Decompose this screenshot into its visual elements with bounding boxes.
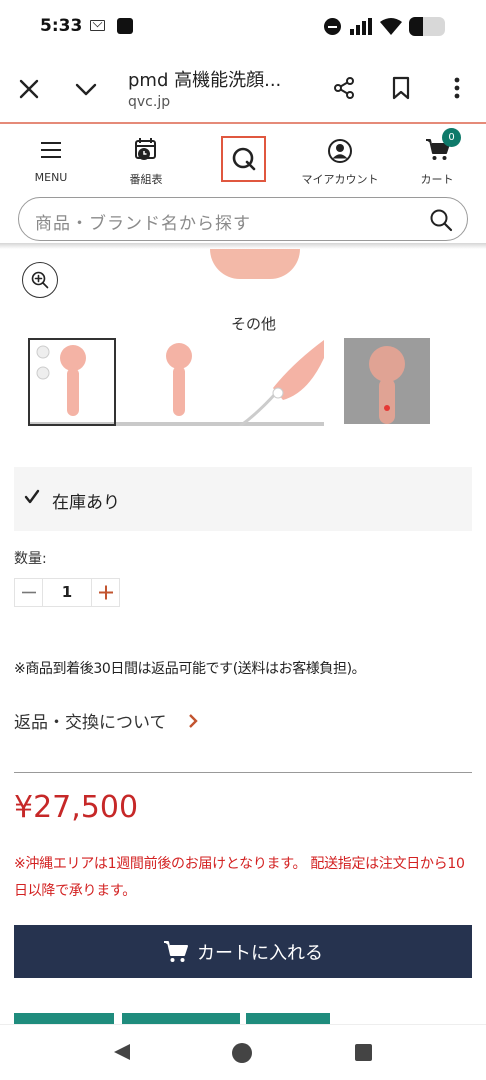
search-placeholder: 商品・ブランド名から探す bbox=[35, 214, 251, 234]
nav-cart-label: カート bbox=[420, 173, 454, 186]
page-title: pmd 高機能洗顔... bbox=[128, 70, 282, 91]
stock-status-text: 在庫あり bbox=[52, 493, 120, 513]
status-bar: 5:33 bbox=[0, 0, 486, 56]
nav-account-label: マイアカウント bbox=[301, 173, 379, 186]
nav-cart[interactable]: カート bbox=[397, 124, 477, 192]
do-not-disturb-icon bbox=[324, 18, 341, 35]
product-price: ¥27,500 bbox=[14, 790, 139, 825]
quantity-value[interactable]: 1 bbox=[44, 583, 90, 601]
thumbnail-2[interactable] bbox=[135, 338, 223, 426]
qvc-logo-icon[interactable] bbox=[221, 136, 266, 182]
quantity-decrease-button[interactable] bbox=[15, 579, 43, 606]
product-main-image[interactable] bbox=[210, 249, 300, 279]
share-icon[interactable] bbox=[332, 76, 356, 100]
recents-icon[interactable] bbox=[355, 1044, 372, 1061]
quantity-stepper: 1 bbox=[14, 578, 120, 607]
nav-schedule[interactable]: 番組表 bbox=[106, 124, 186, 192]
return-policy-link[interactable]: 返品・交換について bbox=[14, 708, 167, 733]
zoom-in-icon bbox=[31, 271, 49, 289]
add-to-cart-button[interactable]: カートに入れる bbox=[14, 925, 472, 978]
system-nav-bar bbox=[0, 1024, 486, 1080]
account-icon bbox=[328, 139, 352, 163]
page-url: qvc.jp bbox=[128, 94, 171, 110]
hamburger-menu-icon bbox=[41, 142, 61, 158]
thumbnail-3[interactable] bbox=[238, 338, 326, 426]
wifi-icon bbox=[380, 18, 402, 35]
bookmark-icon[interactable] bbox=[390, 76, 412, 100]
cart-icon bbox=[164, 940, 188, 962]
nav-account[interactable]: マイアカウント bbox=[300, 124, 380, 192]
more-vert-icon[interactable] bbox=[447, 76, 467, 100]
site-nav: MENU 番組表 マイアカウント カート bbox=[0, 124, 486, 192]
back-icon[interactable] bbox=[112, 1042, 132, 1062]
search-icon[interactable] bbox=[429, 208, 453, 232]
thumbnail-4[interactable] bbox=[344, 338, 430, 424]
signal-icon bbox=[350, 18, 372, 35]
quantity-increase-button[interactable] bbox=[91, 579, 119, 606]
status-time: 5:33 bbox=[40, 16, 83, 36]
stock-status: 在庫あり bbox=[14, 467, 472, 531]
delivery-note: ※沖縄エリアは1週間前後のお届けとなります。 配送指定は注文日から10日以降で承… bbox=[14, 856, 465, 899]
add-to-cart-label: カートに入れる bbox=[197, 942, 323, 964]
cart-count-badge: 0 bbox=[442, 128, 461, 147]
home-icon[interactable] bbox=[232, 1043, 252, 1063]
battery-icon bbox=[409, 17, 445, 36]
search-input[interactable]: 商品・ブランド名から探す bbox=[18, 197, 468, 241]
quantity-label: 数量: bbox=[14, 551, 47, 567]
mail-icon bbox=[90, 20, 105, 31]
thumbnail-1[interactable] bbox=[28, 338, 116, 426]
browser-toolbar: pmd 高機能洗顔... qvc.jp bbox=[0, 56, 486, 122]
nav-menu-label: MENU bbox=[34, 171, 68, 184]
return-policy-note: ※商品到着後30日間は返品可能です(送料はお客様負担)。 bbox=[14, 661, 366, 677]
nav-schedule-label: 番組表 bbox=[129, 173, 163, 186]
plus-icon bbox=[99, 585, 113, 600]
close-icon[interactable] bbox=[18, 78, 40, 100]
chevron-right-icon[interactable] bbox=[187, 714, 199, 728]
zoom-button[interactable] bbox=[22, 262, 58, 298]
checkmark-icon bbox=[24, 489, 40, 504]
thumbnails-label: その他 bbox=[231, 315, 277, 333]
app-notification-icon bbox=[117, 18, 133, 34]
minus-icon bbox=[22, 591, 36, 594]
chevron-down-icon[interactable] bbox=[74, 78, 98, 100]
nav-menu[interactable]: MENU bbox=[11, 124, 91, 192]
calendar-clock-icon bbox=[135, 138, 156, 160]
divider bbox=[14, 772, 472, 773]
